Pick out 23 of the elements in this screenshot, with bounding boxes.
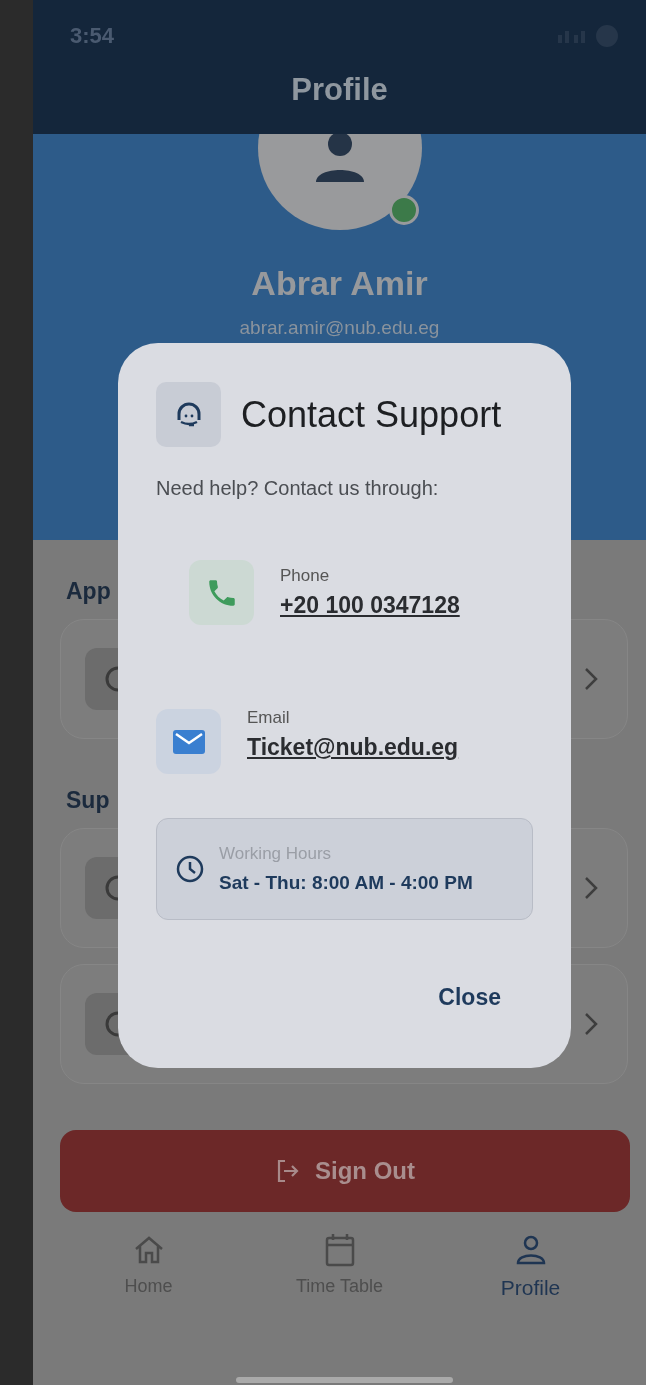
hours-value: Sat - Thu: 8:00 AM - 4:00 PM xyxy=(219,872,473,894)
nav-tab[interactable]: Profile xyxy=(440,1232,621,1300)
clock-icon xyxy=(175,854,205,884)
dialog-subtitle: Need help? Contact us through: xyxy=(156,477,440,500)
dialog-title: Contact Support xyxy=(241,393,502,436)
email-link[interactable]: Ticket@nub.edu.eg xyxy=(247,734,459,761)
sign-out-button[interactable]: Sign Out xyxy=(60,1130,630,1212)
close-button[interactable]: Close xyxy=(416,978,523,1017)
mail-icon xyxy=(156,709,221,774)
section-title: App xyxy=(66,578,111,605)
phone-link[interactable]: +20 100 0347128 xyxy=(280,592,460,619)
chevron-right-icon xyxy=(583,1011,599,1037)
support-agent-icon xyxy=(156,382,221,447)
contact-label: Email xyxy=(247,708,291,728)
user-email: abrar.amir@nub.edu.eg xyxy=(239,317,440,339)
chevron-right-icon xyxy=(583,875,599,901)
user-name: Abrar Amir xyxy=(251,264,428,303)
phone-icon xyxy=(189,560,254,625)
sign-out-icon xyxy=(275,1158,301,1184)
contact-label: Phone xyxy=(280,566,331,586)
chevron-right-icon xyxy=(583,666,599,692)
page-title: Profile xyxy=(290,72,389,108)
section-title: Sup xyxy=(66,787,110,814)
